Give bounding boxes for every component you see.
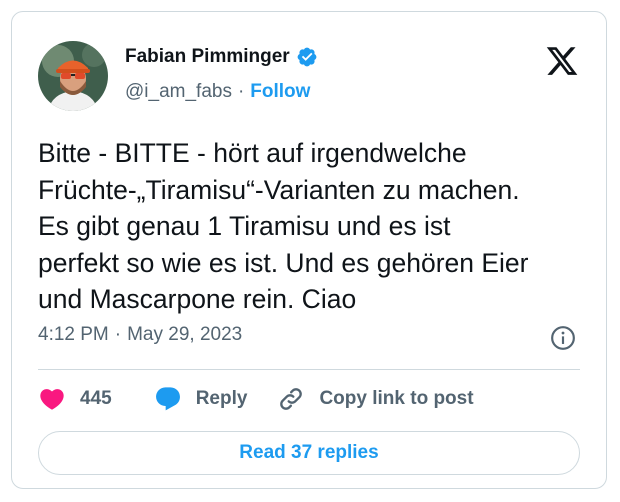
author-name-row: Fabian Pimminger (125, 46, 318, 68)
verified-badge-icon (297, 47, 317, 67)
avatar-image (38, 41, 108, 111)
timestamp-separator: · (114, 324, 122, 345)
handle-separator: · (237, 81, 245, 102)
action-bar: 445 Reply Copy link to post (38, 385, 474, 413)
copy-link-button[interactable]: Copy link to post (277, 385, 474, 413)
tweet-text: Bitte - BITTE - hört auf irgendwelche Fr… (38, 138, 529, 314)
read-replies-label: Read 37 replies (239, 442, 379, 463)
speech-bubble-icon (155, 387, 180, 411)
likes-count: 445 (80, 388, 112, 409)
read-replies-button[interactable]: Read 37 replies (38, 431, 580, 475)
author-handle-row: @i_am_fabs · Follow (125, 81, 310, 103)
follow-button[interactable]: Follow (250, 81, 310, 103)
author-name[interactable]: Fabian Pimminger (125, 46, 290, 68)
copy-link-label: Copy link to post (319, 388, 474, 409)
x-logo-icon[interactable] (545, 44, 579, 78)
tweet-time[interactable]: 4:12 PM (38, 324, 109, 346)
heart-icon (40, 389, 64, 410)
tweet-card: Fabian Pimminger @i_am_fabs · Follow Bit… (11, 11, 607, 489)
author-handle[interactable]: @i_am_fabs (125, 81, 232, 103)
reply-button[interactable]: Reply (154, 385, 248, 413)
link-icon (280, 388, 303, 410)
reply-label: Reply (195, 388, 248, 409)
avatar[interactable] (38, 41, 108, 111)
like-button[interactable]: 445 (38, 385, 112, 413)
tweet-date[interactable]: May 29, 2023 (127, 324, 242, 346)
info-icon[interactable] (550, 325, 576, 351)
tweet-timestamp[interactable]: 4:12 PM · May 29, 2023 (38, 324, 242, 346)
divider (38, 369, 580, 370)
